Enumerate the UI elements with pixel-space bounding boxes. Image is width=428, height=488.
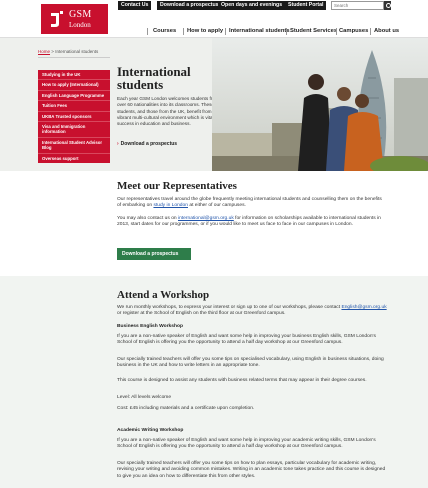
logo-sub: London (69, 21, 91, 29)
students-photo (212, 38, 428, 171)
section-sidenav: Studying in the UK How to apply (Interna… (38, 70, 110, 164)
business-english-cost: Cost: £45 including materials and a cert… (117, 406, 255, 411)
nav-campuses[interactable]: Campuses (339, 26, 368, 37)
workshop-heading: Attend a Workshop (117, 289, 210, 301)
workshop-intro: We run monthly workshops, to express you… (117, 305, 387, 317)
reps-paragraph-1: Our representatives travel around the gl… (117, 197, 382, 209)
contact-us-link[interactable]: Contact Us (118, 1, 152, 10)
download-prospectus-link[interactable]: Download a prospectus (157, 1, 222, 10)
nav-how-to-apply[interactable]: How to apply (187, 26, 223, 37)
breadcrumb-separator: > (51, 49, 54, 54)
intro-text: Each year GSM London welcomes students f… (117, 96, 220, 127)
nav-student-services[interactable]: Student Services (290, 26, 337, 37)
page-title: International students (117, 64, 191, 92)
open-days-link[interactable]: Open days and evenings (218, 1, 286, 10)
english-email-link[interactable]: English@gsm.org.uk (341, 305, 386, 310)
breadcrumb: Home > International students (38, 49, 98, 54)
sidenav-visa-info[interactable]: Visa and Immigration information (38, 122, 110, 138)
hero-section: Home > International students Studying i… (0, 38, 428, 171)
reps-heading: Meet our Representatives (117, 180, 237, 192)
reps-paragraph-2: You may also contact us on international… (117, 216, 381, 228)
academic-writing-p2: Our specially trained teachers will offe… (117, 461, 386, 479)
sidenav-how-to-apply[interactable]: How to apply (International) (38, 80, 110, 91)
international-email-link[interactable]: international@gsm.org.uk (178, 216, 234, 221)
business-english-p1: If you are a non-native speaker of Engli… (117, 334, 376, 346)
sidenav-ukba-sponsors[interactable]: UKBA Trusted sponsors (38, 112, 110, 123)
logo-mark-icon (51, 11, 63, 27)
academic-writing-heading: Academic Writing Workshop (117, 428, 184, 433)
study-in-london-link[interactable]: study in London (153, 203, 188, 208)
reps-download-prospectus-button[interactable]: Download a prospectus (117, 248, 191, 260)
search-icon[interactable] (384, 1, 391, 10)
nav-courses[interactable]: Courses (153, 26, 176, 37)
academic-writing-p1: If you are a non-native speaker of Engli… (117, 438, 376, 450)
arrow-right-icon: › (117, 141, 119, 147)
logo-name: GSM (69, 9, 92, 20)
business-english-level: Level: All levels welcome (117, 395, 172, 400)
sidenav-advisor-blog[interactable]: International Student Advisor Blog (38, 138, 110, 154)
business-english-p2: Our specially trained teachers will offe… (117, 357, 384, 369)
student-portal-link[interactable]: Student Portal (285, 1, 327, 10)
hero-download-prospectus-link[interactable]: › Download a prospectus (117, 141, 177, 147)
business-english-p3: This course is designed to assist any st… (117, 378, 367, 383)
breadcrumb-current: International students (55, 49, 99, 54)
sidenav-english-language[interactable]: English Language Programme (38, 91, 110, 102)
search-input[interactable] (331, 1, 384, 10)
business-english-heading: Business English Workshop (117, 324, 183, 329)
sidenav-tuition-fees[interactable]: Tuition Fees (38, 101, 110, 112)
gsm-london-logo[interactable]: GSM London (41, 4, 108, 34)
nav-about-us[interactable]: About us (374, 26, 399, 37)
sidenav-studying-in-uk[interactable]: Studying in the UK (38, 70, 110, 81)
breadcrumb-home[interactable]: Home (38, 49, 50, 54)
sidenav-overseas-support[interactable]: Overseas support (38, 154, 110, 163)
